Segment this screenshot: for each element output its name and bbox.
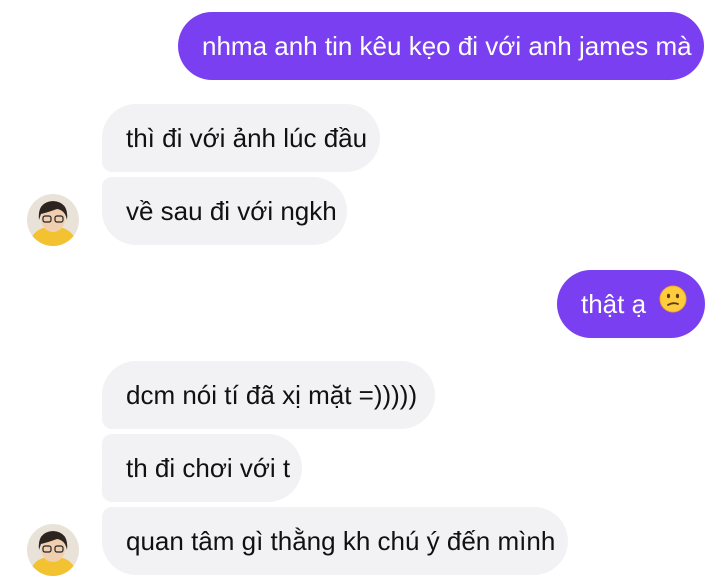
message-text: thật ạ [581,289,647,319]
incoming-message-bubble[interactable]: quan tâm gì thằng kh chú ý đến mình [102,507,568,575]
message-text: thì đi với ảnh lúc đầu [126,123,368,153]
incoming-message-bubble[interactable]: thì đi với ảnh lúc đầu [102,104,380,172]
outgoing-message-bubble[interactable]: thật ạ [557,270,705,338]
user-avatar-icon [27,194,79,246]
message-text: về sau đi với ngkh [126,196,337,226]
message-text: dcm nói tí đã xị mặt =))))) [126,380,418,410]
contact-avatar[interactable] [27,524,79,576]
contact-avatar[interactable] [27,194,79,246]
message-text: quan tâm gì thằng kh chú ý đến mình [126,526,556,556]
user-avatar-icon [27,524,79,576]
incoming-message-bubble[interactable]: th đi chơi với t [102,434,302,502]
outgoing-message-bubble[interactable]: nhma anh tin kêu kẹo đi với anh james mà [178,12,704,80]
message-text: nhma anh tin kêu kẹo đi với anh james mà [202,31,692,61]
incoming-message-bubble[interactable]: về sau đi với ngkh [102,177,347,245]
incoming-message-bubble[interactable]: dcm nói tí đã xị mặt =))))) [102,361,435,429]
message-text: th đi chơi với t [126,453,291,483]
confused-face-emoji-icon [659,270,687,338]
